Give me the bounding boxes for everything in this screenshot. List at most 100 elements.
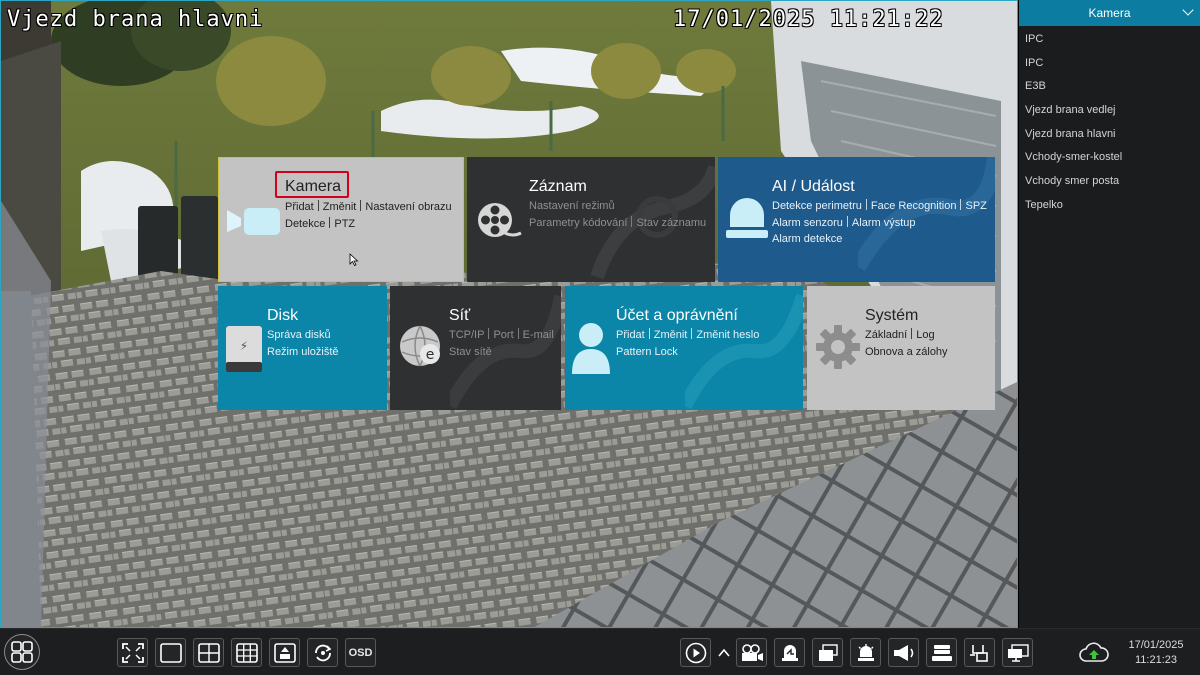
tile-account-links: Přidat Změnit Změnit heslo Pattern Lock: [616, 327, 759, 360]
link-nastaveni-rezimu[interactable]: Nastavení režimů: [529, 200, 615, 212]
tile-ai-title: AI / Událost: [772, 178, 855, 195]
video-camera-icon: [227, 208, 280, 235]
grid-menu-icon: [11, 641, 33, 663]
chevron-down-icon: [1182, 4, 1194, 16]
channel-item[interactable]: Vjezd brana hlavni: [1019, 122, 1200, 146]
channel-item[interactable]: Vchody smer posta: [1019, 169, 1200, 193]
link-nastaveni-obrazu[interactable]: Nastavení obrazu: [365, 201, 451, 213]
link-tcpip[interactable]: TCP/IP: [449, 329, 484, 341]
link-stav-zaznamu[interactable]: Stav záznamu: [636, 217, 706, 229]
disk-stack-icon: [931, 644, 952, 661]
channel-item[interactable]: E3B: [1019, 74, 1200, 98]
play-circle-icon: [685, 642, 706, 663]
link-pridat[interactable]: Přidat: [285, 201, 314, 213]
event-list-button[interactable]: [812, 638, 843, 667]
layout-1-button[interactable]: [155, 638, 186, 667]
record-camera-icon: [741, 643, 763, 661]
playback-expand-button[interactable]: [714, 638, 734, 667]
link-log[interactable]: Log: [916, 329, 934, 341]
network-status-button[interactable]: [964, 638, 995, 667]
tile-system[interactable]: Systém Základní Log Obnova a zálohy: [807, 286, 995, 410]
mouse-cursor-icon: [349, 253, 359, 267]
audio-alarm-button[interactable]: [888, 638, 919, 667]
fullscreen-icon: [121, 642, 144, 663]
channel-item[interactable]: IPC: [1019, 51, 1200, 75]
playback-button[interactable]: [680, 638, 711, 667]
system-clock: 17/01/2025 11:21:23: [1118, 638, 1194, 668]
link-spz[interactable]: SPZ: [965, 200, 986, 212]
link-zakladni[interactable]: Základní: [865, 329, 907, 341]
alarm-status-button[interactable]: [850, 638, 881, 667]
monitor-icon: [1007, 643, 1029, 662]
tile-account-title: Účet a oprávnění: [616, 307, 738, 324]
link-sprava-disku[interactable]: Správa disků: [267, 329, 331, 341]
manual-record-button[interactable]: [736, 638, 767, 667]
sequence-button[interactable]: [307, 638, 338, 667]
tile-camera-title: Kamera: [285, 178, 342, 195]
osd-button[interactable]: OSD: [345, 638, 376, 667]
link-face-recognition[interactable]: Face Recognition: [871, 200, 957, 212]
layout-custom-button[interactable]: [269, 638, 300, 667]
tile-network-title: Síť: [449, 307, 471, 324]
network-port-icon: [969, 644, 988, 662]
link-alarm-detekce[interactable]: Alarm detekce: [772, 233, 842, 245]
link-zmenit-ucet[interactable]: Změnit: [654, 329, 688, 341]
chevron-up-icon: [718, 648, 730, 657]
tile-ai-event[interactable]: AI / Událost Detekce perimetru Face Recog…: [718, 157, 995, 282]
link-zmenit[interactable]: Změnit: [323, 201, 357, 213]
channel-group-dropdown[interactable]: Kamera: [1019, 0, 1200, 26]
tile-ai-links: Detekce perimetru Face Recognition SPZ Ala…: [772, 198, 987, 248]
svg-text:e: e: [426, 347, 435, 363]
tile-network[interactable]: e Síť TCP/IP Port E-mail Stav sítě: [390, 286, 561, 410]
channel-panel: Kamera IPC IPC E3B Vjezd brana vedlej Vj…: [1019, 0, 1200, 628]
link-pattern-lock[interactable]: Pattern Lock: [616, 346, 678, 358]
tile-account[interactable]: Účet a oprávnění Přidat Změnit Změnit hesl…: [565, 286, 803, 410]
clock-date: 17/01/2025: [1128, 639, 1184, 651]
svg-text:⚡: ⚡: [240, 339, 248, 353]
tile-record[interactable]: Záznam Nastavení režimů Parametry kódová…: [467, 157, 715, 282]
alarm-light-icon: [726, 198, 768, 238]
layout-custom-icon: [273, 642, 296, 663]
clock-time: 11:21:23: [1134, 654, 1177, 666]
link-parametry-kodovani[interactable]: Parametry kódování: [529, 217, 627, 229]
tile-disk[interactable]: ⚡ Disk Správa disků Režim uložiště: [218, 286, 387, 410]
link-pridat-ucet[interactable]: Přidat: [616, 329, 645, 341]
channel-item[interactable]: IPC: [1019, 27, 1200, 51]
tile-system-links: Základní Log Obnova a zálohy: [865, 327, 948, 360]
tile-camera[interactable]: Kamera Přidat Změnit Nastavení obrazu Dete…: [218, 157, 464, 282]
start-menu-button[interactable]: [4, 634, 40, 670]
display-output-button[interactable]: [1002, 638, 1033, 667]
disk-info-button[interactable]: [926, 638, 957, 667]
channel-item[interactable]: Vjezd brana vedlej: [1019, 98, 1200, 122]
link-obnova-zalohy[interactable]: Obnova a zálohy: [865, 346, 948, 358]
siren-icon: [857, 643, 874, 661]
channel-item[interactable]: Tepelko: [1019, 193, 1200, 217]
link-zmenit-heslo[interactable]: Změnit heslo: [696, 329, 759, 341]
film-reel-icon: [478, 203, 522, 237]
tile-camera-links: Přidat Změnit Nastavení obrazu Detekce PTZ: [285, 199, 452, 232]
event-list-icon: [818, 643, 838, 661]
link-detekce[interactable]: Detekce: [285, 218, 325, 230]
gear-icon: [816, 325, 860, 369]
link-stav-site[interactable]: Stav sítě: [449, 346, 492, 358]
channel-list: IPC IPC E3B Vjezd brana vedlej Vjezd bra…: [1019, 27, 1200, 217]
hard-disk-icon: ⚡: [226, 326, 262, 372]
layout-nine-icon: [235, 642, 258, 663]
fullscreen-button[interactable]: [117, 638, 148, 667]
osd-button-label: OSD: [348, 646, 373, 659]
link-rezim-ulozi[interactable]: Režim uložiště: [267, 346, 339, 358]
link-port[interactable]: Port: [493, 329, 513, 341]
cloud-upgrade-button[interactable]: [1076, 638, 1112, 667]
channel-item[interactable]: Vchody-smer-kostel: [1019, 145, 1200, 169]
link-alarm-senzoru[interactable]: Alarm senzoru: [772, 217, 843, 229]
link-ptz[interactable]: PTZ: [334, 218, 355, 230]
layout-4-button[interactable]: [193, 638, 224, 667]
link-email[interactable]: E-mail: [523, 329, 554, 341]
osd-datetime: 17/01/2025 11:21:22: [673, 7, 944, 32]
link-alarm-vystup[interactable]: Alarm výstup: [852, 217, 916, 229]
manual-alarm-button[interactable]: [774, 638, 805, 667]
layout-9-button[interactable]: [231, 638, 262, 667]
link-detekce-perimetru[interactable]: Detekce perimetru: [772, 200, 862, 212]
camera-live-view[interactable]: Vjezd brana hlavni 17/01/2025 11:21:22 K…: [0, 0, 1018, 628]
tile-network-links: TCP/IP Port E-mail Stav sítě: [449, 327, 554, 360]
